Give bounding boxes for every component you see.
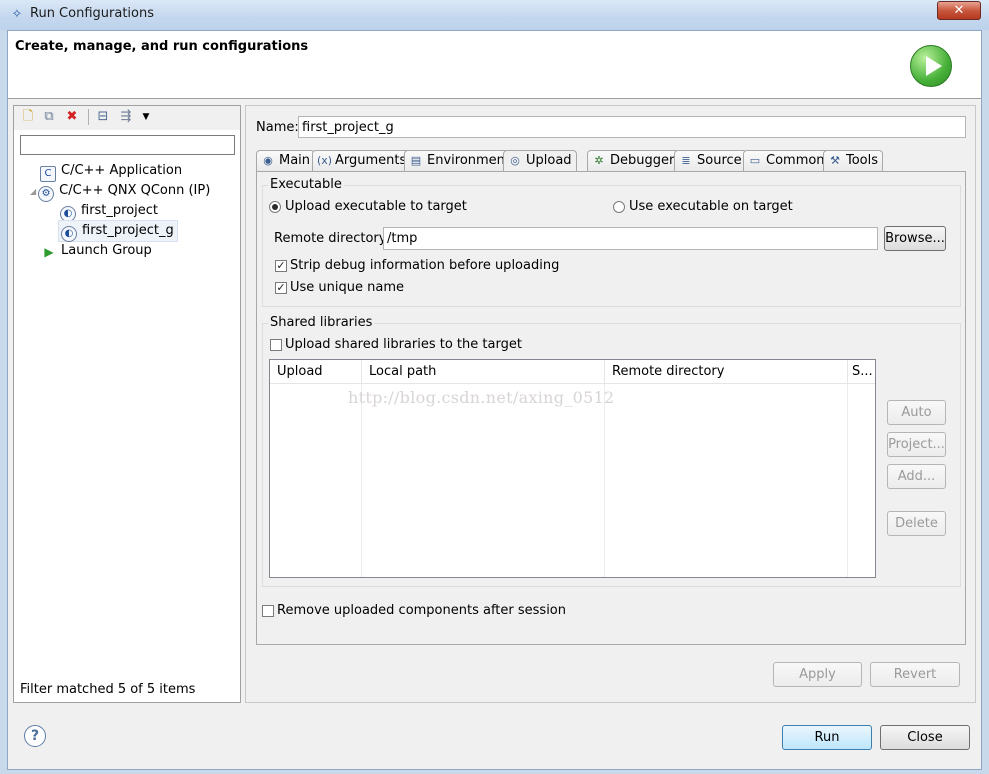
- project-button[interactable]: Project...: [887, 432, 946, 457]
- arguments-tab-icon: (x): [317, 154, 333, 167]
- tab-environment[interactable]: ▤ Environment: [404, 150, 516, 173]
- window-close-button[interactable]: ✕: [937, 1, 981, 20]
- toolbar-separator: [88, 109, 89, 125]
- new-config-icon[interactable]: 🗋: [20, 109, 36, 125]
- common-tab-icon: ▭: [749, 154, 761, 167]
- expand-arrow-icon[interactable]: ◢: [30, 187, 36, 196]
- unique-name-label: Use unique name: [290, 280, 404, 295]
- strip-debug-checkbox[interactable]: ✓: [275, 260, 287, 272]
- tab-tools[interactable]: ⚒ Tools: [823, 150, 884, 173]
- tab-common[interactable]: ▭ Common: [743, 150, 830, 173]
- column-divider: [361, 384, 362, 577]
- column-remote-directory[interactable]: Remote directory: [605, 360, 848, 384]
- tree-item-first-project[interactable]: ◐ first_project: [60, 201, 158, 222]
- remove-uploaded-checkbox[interactable]: [262, 605, 274, 617]
- tab-source[interactable]: ≣ Source: [674, 150, 747, 173]
- collapse-all-icon[interactable]: ⊟: [95, 109, 111, 125]
- run-button[interactable]: Run: [782, 725, 872, 750]
- tree-item-launch-group[interactable]: ▶ Launch Group: [42, 241, 151, 261]
- qnx-icon: ⚙: [38, 186, 55, 202]
- name-field[interactable]: [298, 116, 966, 138]
- radio-use-executable[interactable]: [613, 201, 625, 213]
- debugger-tab-icon: ✲: [594, 154, 604, 167]
- column-local-path[interactable]: Local path: [362, 360, 605, 384]
- tools-tab-icon: ⚒: [830, 154, 840, 167]
- close-button[interactable]: Close: [880, 725, 970, 750]
- launch-group-icon: ▶: [44, 245, 54, 259]
- apply-button[interactable]: Apply: [773, 662, 862, 687]
- remove-uploaded-label: Remove uploaded components after session: [277, 603, 567, 618]
- environment-tab-icon: ▤: [410, 154, 422, 167]
- upload-tab-icon: ◎: [510, 154, 520, 167]
- name-label: Name:: [256, 120, 299, 135]
- shared-libraries-group-label: Shared libraries: [268, 315, 375, 330]
- c-app-icon: C: [40, 166, 56, 182]
- unique-name-checkbox[interactable]: ✓: [275, 282, 287, 294]
- column-divider: [847, 384, 848, 577]
- watermark-text: http://blog.csdn.net/axing_0512: [348, 388, 615, 407]
- delete-button[interactable]: Delete: [887, 511, 946, 536]
- launch-config-icon: ◐: [61, 226, 77, 242]
- strip-debug-label: Strip debug information before uploading: [290, 258, 560, 273]
- tab-main[interactable]: ◉ Main: [256, 150, 316, 173]
- column-divider: [604, 384, 605, 577]
- column-s[interactable]: S...: [848, 360, 875, 384]
- auto-button[interactable]: Auto: [887, 400, 946, 425]
- browse-button[interactable]: Browse...: [884, 226, 946, 251]
- app-icon: ✧: [11, 7, 23, 22]
- header-title: Create, manage, and run configurations: [15, 39, 309, 54]
- remote-dir-label: Remote directory:: [274, 231, 390, 246]
- add-button[interactable]: Add...: [887, 464, 946, 489]
- tree-item-qnx[interactable]: ◢ ⚙ C/C++ QNX QConn (IP): [30, 181, 210, 202]
- tab-debugger[interactable]: ✲ Debugger: [587, 150, 680, 173]
- filter-icon[interactable]: ⇶: [118, 109, 134, 125]
- radio-upload-executable[interactable]: [269, 201, 281, 213]
- remote-directory-field[interactable]: [383, 227, 878, 250]
- delete-icon[interactable]: ✖: [64, 109, 80, 125]
- source-tab-icon: ≣: [681, 154, 691, 167]
- radio-upload-label: Upload executable to target: [285, 199, 467, 214]
- filter-status: Filter matched 5 of 5 items: [20, 682, 196, 697]
- radio-use-label: Use executable on target: [629, 199, 793, 214]
- duplicate-icon[interactable]: ⧉: [41, 109, 57, 125]
- upload-libs-label: Upload shared libraries to the target: [285, 337, 522, 352]
- dropdown-arrow-icon[interactable]: ▼: [138, 109, 154, 125]
- main-tab-icon: ◉: [263, 154, 273, 167]
- upload-libs-checkbox[interactable]: [270, 339, 282, 351]
- revert-button[interactable]: Revert: [870, 662, 960, 687]
- tab-arguments[interactable]: (x) Arguments: [312, 150, 412, 173]
- executable-group-label: Executable: [268, 177, 344, 192]
- tree-item-c-app[interactable]: C C/C++ Application: [40, 161, 186, 182]
- help-icon[interactable]: ?: [24, 725, 46, 747]
- tree-item-first-project-g[interactable]: ◐ first_project_g: [58, 220, 178, 242]
- filter-input[interactable]: [20, 135, 235, 155]
- run-large-icon: [910, 45, 952, 87]
- window-title: Run Configurations: [30, 6, 154, 21]
- column-upload[interactable]: Upload: [270, 360, 362, 384]
